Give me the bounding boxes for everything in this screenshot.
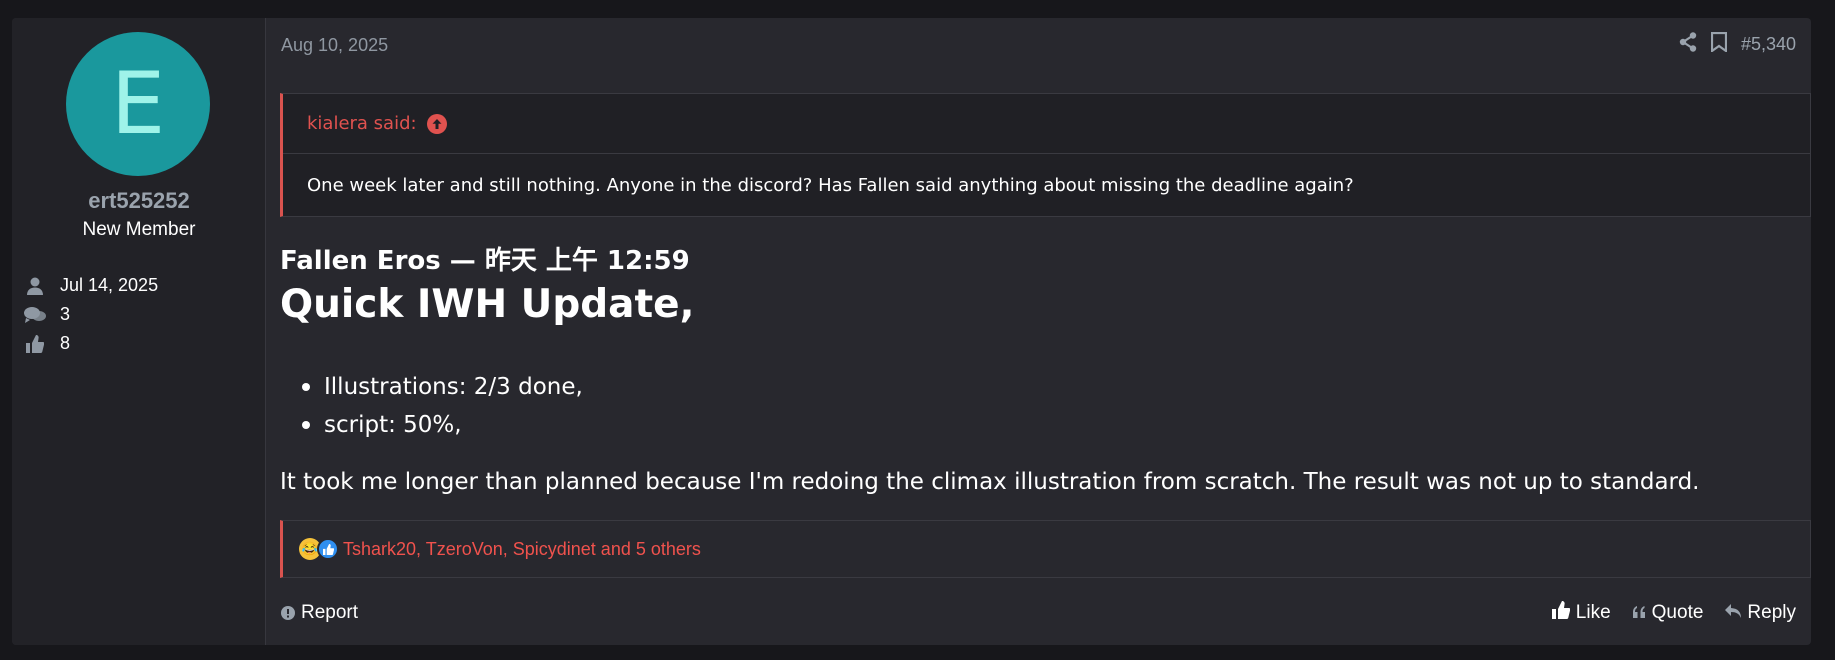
progress-list: Illustrations: 2/3 done, script: 50%, (302, 368, 583, 444)
thumbs-up-icon (24, 334, 46, 354)
reactions-stat: 8 (24, 333, 70, 354)
message-main: Aug 10, 2025 #5,340 kialera said: One we… (266, 18, 1811, 645)
report-label: Report (301, 602, 359, 623)
reply-button[interactable]: Reply (1725, 601, 1796, 625)
like-reaction-icon (317, 538, 339, 560)
reply-icon (1725, 602, 1747, 624)
post-tools: #5,340 (1679, 31, 1796, 57)
report-button[interactable]: Report (281, 602, 358, 624)
post-body-text: It took me longer than planned because I… (280, 469, 1700, 495)
messages-count: 3 (60, 304, 71, 324)
reactions-count: 8 (60, 333, 71, 353)
reaction-users-link[interactable]: Tshark20, TzeroVon, Spicydinet and 5 oth… (343, 539, 701, 560)
user-info-panel: E ert525252 New Member Jul 14, 2025 3 8 (12, 18, 266, 645)
share-icon[interactable] (1679, 32, 1697, 57)
user-title: New Member (82, 219, 196, 240)
post-footer: Report Like Quote Reply (281, 601, 1796, 625)
joined-date: Jul 14, 2025 (60, 275, 159, 295)
list-item: Illustrations: 2/3 done, (302, 368, 583, 406)
like-label: Like (1575, 602, 1611, 623)
reply-label: Reply (1747, 602, 1796, 623)
quote-author-link[interactable]: kialera said: (307, 113, 417, 134)
avatar[interactable]: E (66, 32, 210, 176)
user-icon (24, 276, 46, 296)
quote-block: kialera said: One week later and still n… (280, 93, 1811, 217)
post-number-link[interactable]: #5,340 (1741, 34, 1796, 55)
like-button[interactable]: Like (1551, 601, 1611, 625)
bookmark-icon[interactable] (1710, 31, 1728, 57)
update-headline: Quick IWH Update, (280, 282, 695, 327)
joined-stat: Jul 14, 2025 (24, 275, 158, 296)
thumbs-up-icon (1551, 601, 1576, 625)
quote-button[interactable]: Quote (1632, 601, 1704, 625)
arrow-up-circle-icon[interactable] (426, 113, 447, 134)
message-post: E ert525252 New Member Jul 14, 2025 3 8 … (12, 18, 1811, 645)
post-actions: Like Quote Reply (1551, 601, 1796, 625)
update-author-line: Fallen Eros — 昨天 上午 12:59 (280, 246, 690, 276)
post-date[interactable]: Aug 10, 2025 (281, 35, 388, 56)
list-item: script: 50%, (302, 406, 583, 444)
quote-header: kialera said: (283, 94, 1810, 154)
comments-icon (24, 305, 46, 325)
messages-stat: 3 (24, 304, 70, 325)
reactions-bar: 😂 Tshark20, TzeroVon, Spicydinet and 5 o… (280, 520, 1811, 578)
quote-text: One week later and still nothing. Anyone… (307, 174, 1354, 196)
quote-icon (1632, 602, 1652, 624)
quote-label: Quote (1651, 602, 1704, 623)
username-link[interactable]: ert525252 (12, 188, 266, 214)
reaction-icons: 😂 (299, 538, 339, 560)
